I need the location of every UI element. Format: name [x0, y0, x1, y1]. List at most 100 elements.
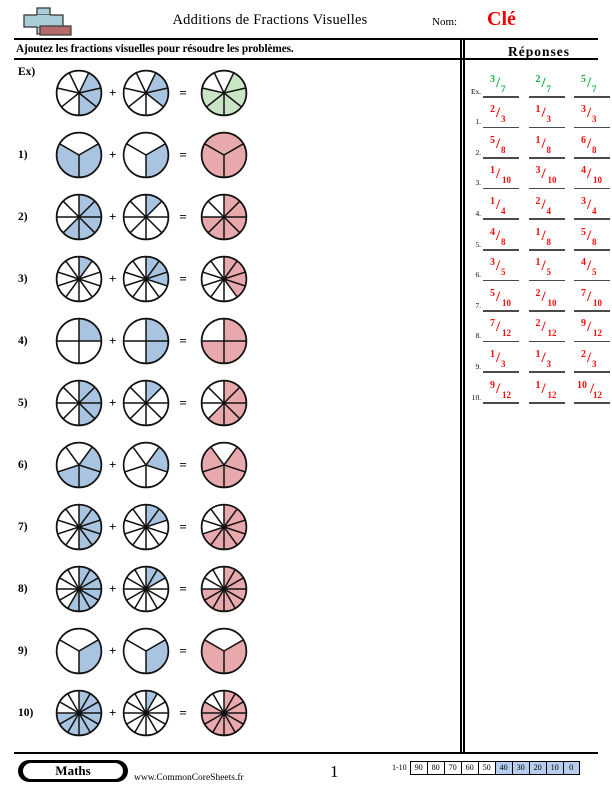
answer-cell[interactable]: 10/12 [574, 380, 612, 404]
fraction-numerator: 2 [535, 287, 541, 299]
addend-pie-b [123, 627, 170, 675]
fraction-numerator: 4 [581, 257, 586, 269]
answer-cell[interactable]: 5/7 [574, 74, 612, 98]
answer-cell[interactable]: 3/4 [574, 196, 612, 220]
answer-row-label: 2. [475, 147, 481, 157]
addend-pie-a [55, 193, 103, 241]
scale-box[interactable]: 60 [460, 761, 478, 775]
fraction-slash: / [587, 196, 592, 213]
answer-row-label: 3. [475, 178, 481, 188]
answer-cell[interactable]: 1/3 [528, 348, 567, 373]
answer-cells: 5/8 1/8 6/8 [481, 134, 612, 159]
scale-box[interactable]: 40 [494, 761, 512, 775]
problem-visual: + = [55, 434, 248, 496]
answer-cells: 1/10 3/10 4/10 [481, 165, 612, 190]
fraction-numerator: 2 [535, 318, 541, 330]
vertical-divider [460, 38, 465, 752]
fraction-slash: / [541, 196, 546, 213]
scale-box[interactable]: 20 [528, 761, 546, 775]
answer-cell[interactable]: 3/10 [528, 165, 567, 190]
fraction-numerator: 5 [490, 134, 495, 146]
answer-cell[interactable]: 7/10 [574, 288, 612, 312]
answer-cell[interactable]: 3/5 [483, 257, 521, 282]
answer-cell[interactable]: 9/12 [574, 318, 612, 343]
answer-cell[interactable]: 7/12 [483, 318, 521, 343]
answer-cell[interactable]: 1/5 [528, 257, 567, 282]
fraction-denominator: 7 [501, 83, 506, 94]
problem-row: 5) + = [0, 372, 460, 434]
problem-visual: + = [55, 248, 248, 310]
fraction-slash: / [587, 319, 592, 336]
answer-cells: 5/10 2/10 7/10 [481, 287, 612, 312]
answer-cell[interactable]: 2/10 [528, 287, 567, 312]
answer-cell[interactable]: 1/8 [528, 134, 567, 159]
answer-cell[interactable]: 1/8 [528, 227, 567, 251]
addend-pie-b [123, 317, 170, 365]
fraction-numerator: 2 [535, 195, 541, 207]
answer-fraction: 3/10 [529, 165, 565, 187]
answers-heading: Réponses [507, 44, 570, 59]
addend-pie-a [55, 131, 103, 179]
answer-cell[interactable]: 1/3 [528, 104, 567, 129]
answer-fraction: 1/12 [529, 380, 565, 402]
answer-cell[interactable]: 5/8 [483, 134, 521, 159]
problem-number: 5) [18, 397, 28, 409]
answer-cell[interactable]: 5/8 [574, 227, 612, 251]
addend-pie-b [123, 689, 170, 737]
page-number: 1 [330, 762, 339, 781]
answer-cell[interactable]: 4/10 [574, 165, 612, 190]
answer-cell[interactable]: 3/7 [483, 74, 521, 98]
addend-pie-a [55, 379, 103, 427]
answer-cell[interactable]: 9/12 [483, 380, 521, 404]
answer-row-label: 5. [475, 239, 481, 249]
answer-cells: 3/7 2/7 5/7 [481, 74, 612, 98]
answer-cell[interactable]: 4/8 [483, 227, 521, 251]
fraction-denominator: 12 [547, 389, 557, 400]
addend-pie-a [55, 69, 103, 117]
answer-cell[interactable]: 1/10 [483, 165, 521, 190]
equals-operator: = [179, 705, 187, 720]
fraction-numerator: 1 [535, 348, 541, 360]
fraction-numerator: 1 [490, 348, 495, 360]
brand-badge: Maths [18, 760, 128, 782]
fraction-slash: / [541, 349, 546, 366]
problem-number: 7) [18, 521, 28, 533]
fraction-denominator: 10 [547, 297, 557, 308]
answer-cell[interactable]: 2/12 [528, 318, 567, 343]
plus-operator: + [109, 519, 117, 534]
scale-box[interactable]: 50 [477, 761, 495, 775]
answer-cell[interactable]: 1/12 [528, 380, 567, 404]
fraction-denominator: 8 [592, 236, 597, 247]
answer-cell[interactable]: 2/7 [528, 74, 567, 98]
scale-box[interactable]: 10 [545, 761, 563, 775]
fraction-slash: / [496, 227, 501, 244]
answer-row-label: 6. [475, 270, 481, 280]
answer-cell[interactable]: 5/10 [483, 288, 521, 312]
scale-box[interactable]: 90 [409, 761, 427, 775]
fraction-numerator: 2 [490, 104, 495, 116]
scale-box[interactable]: 30 [511, 761, 529, 775]
answer-cell[interactable]: 2/4 [528, 195, 567, 220]
fraction-slash: / [587, 227, 592, 244]
scale-box[interactable]: 80 [426, 761, 444, 775]
fraction-denominator: 8 [501, 236, 506, 247]
answer-cell[interactable]: 3/3 [574, 104, 612, 129]
plus-operator: + [109, 85, 117, 100]
answer-cell[interactable]: 6/8 [574, 135, 612, 159]
answer-cell[interactable]: 1/3 [483, 348, 521, 373]
scale-box[interactable]: 70 [443, 761, 461, 775]
answer-fraction: 1/4 [483, 196, 519, 218]
scale-box[interactable]: 0 [562, 761, 580, 775]
answer-cells: 3/5 1/5 4/5 [481, 257, 612, 282]
answer-cell[interactable]: 1/4 [483, 196, 521, 220]
answer-cell[interactable]: 4/5 [574, 257, 612, 282]
answer-cell[interactable]: 2/3 [483, 104, 521, 129]
addend-pie-b [123, 379, 170, 427]
equals-operator: = [179, 85, 187, 100]
equals-operator: = [179, 457, 187, 472]
fraction-denominator: 10 [547, 175, 557, 186]
answer-cell[interactable]: 2/3 [574, 349, 612, 373]
fraction-numerator: 1 [535, 134, 541, 146]
answer-cells: 9/12 1/12 10/12 [481, 380, 612, 404]
problem-visual: + = [55, 124, 248, 186]
